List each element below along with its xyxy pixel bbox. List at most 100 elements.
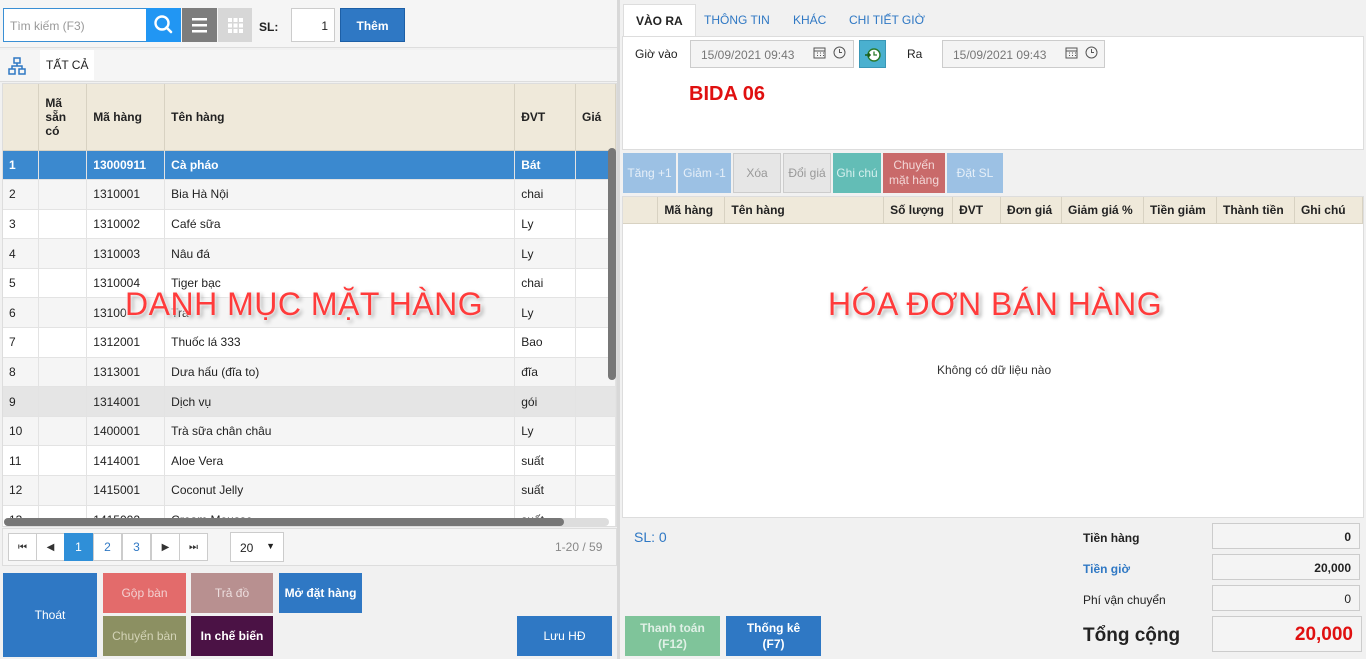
product-name: Aloe Vera [164,445,516,477]
invoice-column-header[interactable]: Mã hàng [657,197,726,224]
catalog-watermark: DANH MỤC MẶT HÀNG [125,286,484,322]
checkin-datetime-field[interactable]: 15/09/2021 09:43 [690,40,854,68]
category-tree-icon[interactable] [8,57,26,75]
invoice-column-header[interactable] [623,197,659,224]
table-row[interactable]: 1 13000911 Cà pháo Bát [3,150,616,181]
invoice-column-header[interactable]: Số lượng [883,197,954,224]
product-unit: gói [514,386,577,417]
product-column-header[interactable] [3,84,40,151]
page-size-select[interactable]: 20 ▼ [230,532,284,562]
table-row[interactable]: 8 1313001 Dưa hấu (đĩa to) đĩa [3,357,616,388]
product-price [575,416,616,447]
table-name: BIDA 06 [689,83,765,105]
first-page-button[interactable]: ⏮ [8,533,37,561]
shipping-fee-input[interactable]: 0 [1212,585,1360,611]
invoice-column-header[interactable]: Ghi chú [1294,197,1364,224]
existing-code [38,179,88,210]
time-fee-label[interactable]: Tiền giờ [1083,562,1130,576]
save-invoice-button[interactable]: Lưu HĐ [517,616,612,656]
table-row[interactable]: 12 1415001 Coconut Jelly suất [3,475,616,506]
product-name: Café sữa [164,209,516,240]
row-number: 5 [3,268,40,299]
vertical-scrollbar[interactable] [608,148,616,380]
list-view-button[interactable] [182,8,217,42]
search-icon [154,15,173,34]
invoice-column-header[interactable]: ĐVT [952,197,1002,224]
row-number: 3 [3,209,40,240]
return-items-button[interactable]: Trả đồ [191,573,273,613]
open-order-button[interactable]: Mở đặt hàng [279,573,362,613]
existing-code [38,209,88,240]
merge-table-button[interactable]: Gộp bàn [103,573,186,613]
product-column-header[interactable]: Tên hàng [164,84,516,151]
table-row[interactable]: 4 1310003 Nâu đá Ly [3,238,616,269]
next-page-button[interactable]: ▶ [151,533,180,561]
invoice-column-header[interactable]: Tiền giảm [1143,197,1217,224]
table-row[interactable]: 3 1310002 Café sữa Ly [3,209,616,240]
delete-button[interactable]: Xóa [733,153,781,193]
clock-icon[interactable] [833,46,846,62]
row-number: 2 [3,179,40,210]
row-number: 6 [3,297,40,329]
product-code: 1415001 [86,475,166,506]
quantity-input[interactable]: 1 [291,8,335,42]
print-kitchen-button[interactable]: In chế biến [191,616,273,656]
table-row[interactable]: 10 1400001 Trà sữa chân châu Ly [3,416,616,447]
calendar-icon[interactable] [813,46,826,62]
invoice-column-header[interactable]: Đơn giá [1000,197,1063,224]
subtotal-value: 0 [1212,523,1360,549]
search-input[interactable]: Tìm kiếm (F3) [3,8,147,42]
invoice-column-header[interactable]: Giảm giá % [1061,197,1144,224]
checkin-label: Giờ vào [635,47,678,61]
category-tab-all[interactable]: TẤT CẢ [40,50,95,80]
product-column-header[interactable]: ĐVT [514,84,577,151]
table-row[interactable]: 7 1312001 Thuốc lá 333 Bao [3,327,616,358]
decrease-button[interactable]: Giảm -1 [678,153,731,193]
calendar-icon[interactable] [1065,46,1078,62]
last-page-button[interactable]: ⏭ [179,533,208,561]
horizontal-scrollbar[interactable] [4,518,564,526]
set-quantity-button[interactable]: Đặt SL [947,153,1003,193]
checkout-label: Ra [907,47,923,61]
prev-page-button[interactable]: ◀ [36,533,65,561]
table-row[interactable]: 2 1310001 Bia Hà Nội chai [3,179,616,210]
product-unit: suất [514,445,577,477]
statistics-button[interactable]: Thống kê (F7) [726,616,821,656]
note-button[interactable]: Ghi chú [833,153,881,193]
row-number: 8 [3,357,40,388]
product-column-header[interactable]: Mã hàng [86,84,166,151]
page-1-button[interactable]: 1 [64,533,93,561]
invoice-column-header[interactable]: Tên hàng [724,197,885,224]
product-unit: đĩa [514,357,577,388]
existing-code [38,327,88,358]
tab-khac[interactable]: KHÁC [781,4,838,36]
tab-vao-ra[interactable]: VÀO RA [623,4,696,36]
change-price-button[interactable]: Đổi giá [783,153,831,193]
product-unit: chai [514,268,577,299]
move-item-button[interactable]: Chuyển mặt hàng [883,153,945,193]
list-icon [192,18,207,33]
clock-arrow-icon [865,48,881,62]
tab-thong-tin[interactable]: THÔNG TIN [692,4,782,36]
checkout-button[interactable]: Thanh toán (F12) [625,616,720,656]
product-column-header[interactable]: Mã sẵn có [38,84,88,151]
search-button[interactable] [146,8,181,42]
table-row[interactable]: 11 1414001 Aloe Vera suất [3,445,616,477]
product-code: 1310003 [86,238,166,269]
grid-view-button[interactable] [218,8,252,42]
total-label: Tổng cộng [1083,625,1181,646]
product-column-header[interactable]: Giá [575,84,616,151]
table-row[interactable]: 9 1314001 Dịch vụ gói [3,386,616,417]
checkout-datetime-field[interactable]: 15/09/2021 09:43 [942,40,1105,68]
exit-button[interactable]: Thoát [3,573,97,657]
set-current-time-button[interactable] [859,40,886,68]
move-table-button[interactable]: Chuyển bàn [103,616,186,656]
clock-icon[interactable] [1085,46,1098,62]
add-button[interactable]: Thêm [340,8,405,42]
page-3-button[interactable]: 3 [122,533,151,561]
increase-button[interactable]: Tăng +1 [623,153,676,193]
page-2-button[interactable]: 2 [93,533,122,561]
invoice-column-header[interactable]: Thành tiền [1216,197,1295,224]
tab-chi-tiet-gio[interactable]: CHI TIẾT GIỜ [837,4,937,36]
existing-code [38,150,88,181]
